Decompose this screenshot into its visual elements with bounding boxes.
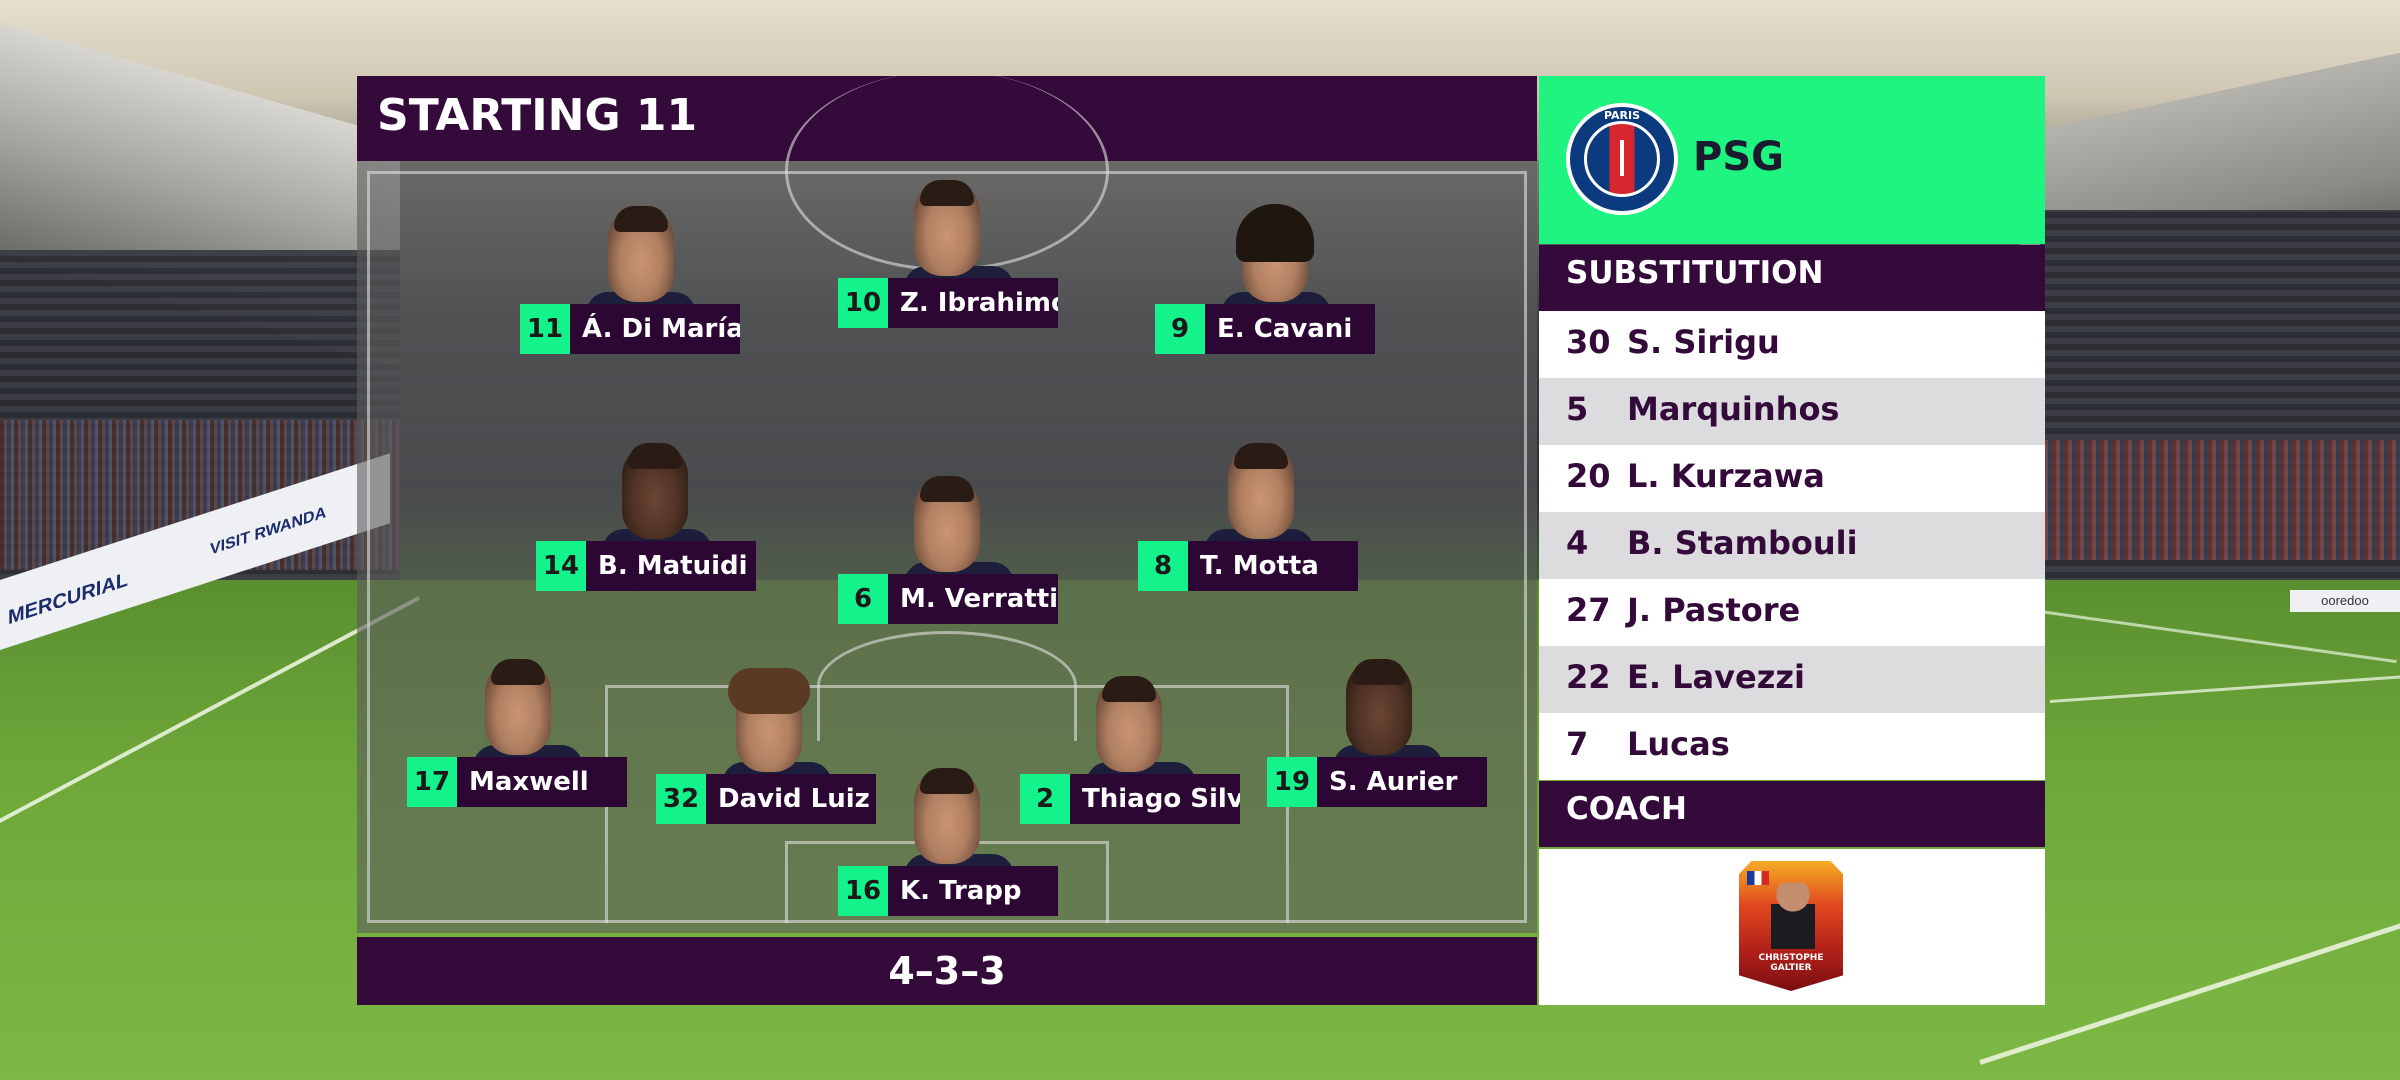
coach-portrait xyxy=(1771,883,1815,949)
france-flag-icon xyxy=(1747,871,1769,885)
starting-eleven-panel: STARTING 11 4–3–3 11 Á. Di María 10 Z. I… xyxy=(357,71,1537,1005)
player-number: 19 xyxy=(1267,757,1317,807)
substitute-name: Marquinhos xyxy=(1627,390,1840,428)
player-face xyxy=(728,668,810,772)
team-name: PSG xyxy=(1693,134,1784,180)
player-card[interactable]: 11 Á. Di María xyxy=(520,206,740,376)
player-number: 17 xyxy=(407,757,457,807)
player-card[interactable]: 14 B. Matuidi xyxy=(536,443,756,613)
formation-label: 4–3–3 xyxy=(888,949,1006,993)
player-face xyxy=(1346,659,1412,755)
player-name: Z. Ibrahimovic xyxy=(888,278,1058,328)
player-name: B. Matuidi xyxy=(586,541,756,591)
player-number: 32 xyxy=(656,774,706,824)
substitute-row[interactable]: 5 Marquinhos xyxy=(1539,378,2045,445)
psg-crest-icon: PARIS xyxy=(1566,103,1678,215)
substitute-number: 4 xyxy=(1566,524,1589,562)
player-number: 14 xyxy=(536,541,586,591)
player-number: 8 xyxy=(1138,541,1188,591)
crowd-stand-right-lower xyxy=(2040,440,2400,560)
player-card[interactable]: 17 Maxwell xyxy=(407,659,627,829)
player-card[interactable]: 16 K. Trapp xyxy=(838,768,1058,938)
substitute-row[interactable]: 30 S. Sirigu xyxy=(1539,311,2045,378)
substitution-title: SUBSTITUTION xyxy=(1566,255,1824,291)
player-number: 9 xyxy=(1155,304,1205,354)
coach-header: COACH xyxy=(1539,781,2045,847)
ad-board-right: ooredoo xyxy=(2290,590,2400,612)
player-face xyxy=(485,659,551,755)
player-card[interactable]: 8 T. Motta xyxy=(1138,443,1358,613)
substitute-name: S. Sirigu xyxy=(1627,323,1780,361)
coach-title: COACH xyxy=(1566,791,1687,827)
substitute-number: 20 xyxy=(1566,457,1611,495)
substitution-header: SUBSTITUTION xyxy=(1539,245,2045,311)
player-name: M. Verratti xyxy=(888,574,1058,624)
substitute-name: L. Kurzawa xyxy=(1627,457,1825,495)
substitute-name: Lucas xyxy=(1627,725,1730,763)
player-number: 6 xyxy=(838,574,888,624)
substitute-row[interactable]: 20 L. Kurzawa xyxy=(1539,445,2045,512)
substitute-row[interactable]: 4 B. Stambouli xyxy=(1539,512,2045,579)
player-name: Á. Di María xyxy=(570,304,740,354)
team-header: PARIS PSG xyxy=(1539,76,2045,244)
player-card[interactable]: 6 M. Verratti xyxy=(838,476,1058,646)
player-face xyxy=(1236,204,1314,302)
player-name: S. Aurier xyxy=(1317,757,1487,807)
coach-name: CHRISTOPHE GALTIER xyxy=(1758,953,1824,973)
player-face xyxy=(914,180,980,276)
player-face xyxy=(608,206,674,302)
player-face xyxy=(1096,676,1162,772)
substitute-name: E. Lavezzi xyxy=(1627,658,1805,696)
substitute-number: 5 xyxy=(1566,390,1589,428)
substitute-number: 30 xyxy=(1566,323,1611,361)
player-face xyxy=(1228,443,1294,539)
formation-bar: 4–3–3 xyxy=(357,937,1537,1005)
coach-card[interactable]: CHRISTOPHE GALTIER xyxy=(1739,861,1843,991)
substitute-number: 7 xyxy=(1566,725,1589,763)
player-face xyxy=(914,476,980,572)
substitute-row[interactable]: 7 Lucas xyxy=(1539,713,2045,780)
player-number: 11 xyxy=(520,304,570,354)
player-name: Thiago Silva xyxy=(1070,774,1240,824)
player-name: Maxwell xyxy=(457,757,627,807)
player-number: 16 xyxy=(838,866,888,916)
substitute-name: J. Pastore xyxy=(1627,591,1801,629)
player-name: K. Trapp xyxy=(888,866,1058,916)
player-face xyxy=(914,768,980,864)
player-number: 10 xyxy=(838,278,888,328)
substitute-number: 22 xyxy=(1566,658,1611,696)
player-card[interactable]: 10 Z. Ibrahimovic xyxy=(838,180,1058,350)
player-face xyxy=(622,443,688,539)
crest-emblem xyxy=(1584,121,1660,197)
player-name: E. Cavani xyxy=(1205,304,1375,354)
player-name: T. Motta xyxy=(1188,541,1358,591)
substitute-row[interactable]: 27 J. Pastore xyxy=(1539,579,2045,646)
eiffel-tower-icon xyxy=(1620,140,1624,176)
coach-section: CHRISTOPHE GALTIER xyxy=(1539,849,2045,1005)
substitute-name: B. Stambouli xyxy=(1627,524,1858,562)
player-card[interactable]: 19 S. Aurier xyxy=(1267,659,1487,829)
substitute-row[interactable]: 22 E. Lavezzi xyxy=(1539,646,2045,713)
substitute-number: 27 xyxy=(1566,591,1611,629)
player-card[interactable]: 9 E. Cavani xyxy=(1155,204,1375,376)
starting-eleven-title: STARTING 11 xyxy=(377,90,698,141)
